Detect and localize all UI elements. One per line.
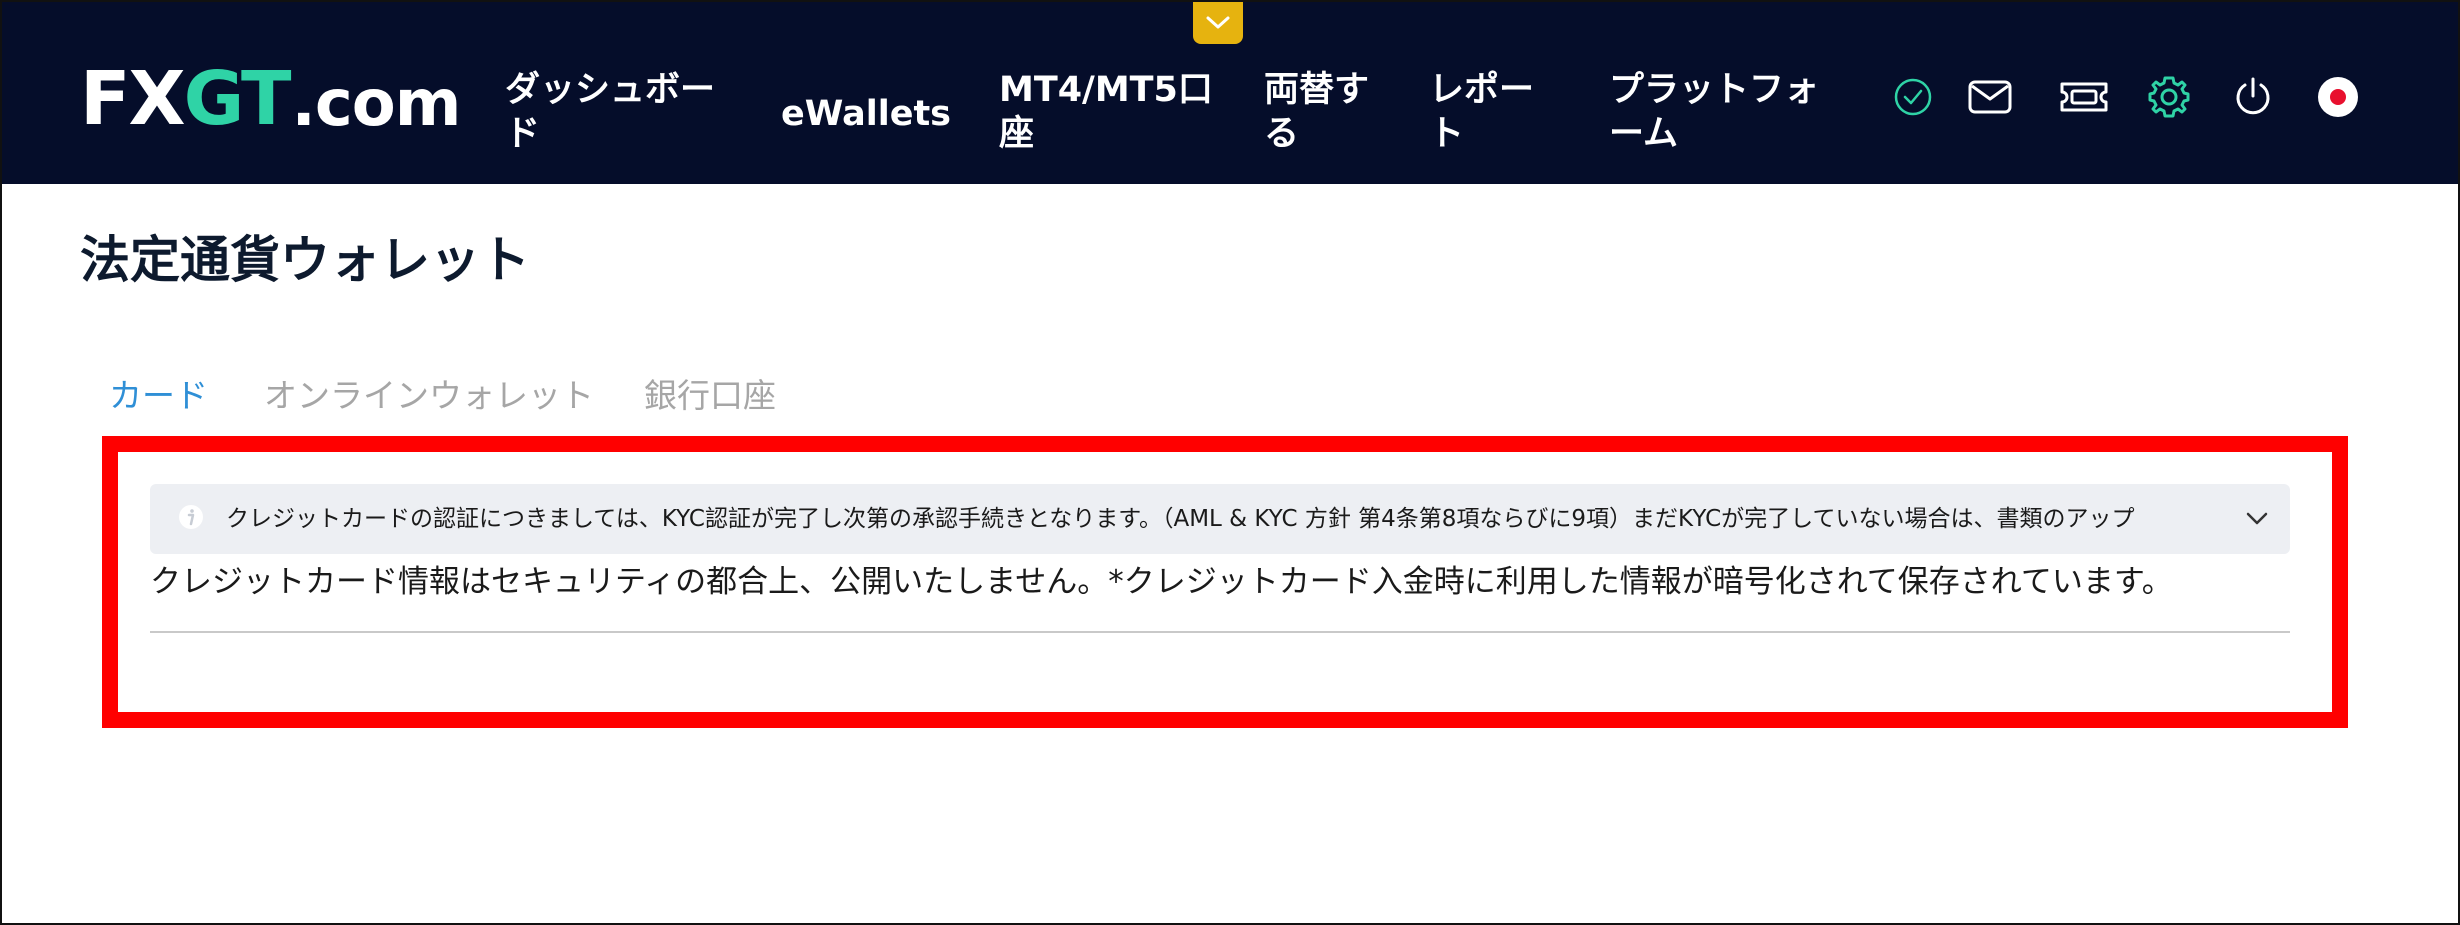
nav-ewallets-label: eWallets (781, 94, 952, 134)
logout-button[interactable] (2228, 72, 2278, 122)
verification-status-button[interactable] (1888, 72, 1938, 122)
nav-ewallets[interactable]: eWallets (781, 92, 951, 136)
mail-icon (1968, 80, 2012, 114)
vouchers-button[interactable] (2056, 72, 2112, 122)
japan-flag-icon (2318, 77, 2358, 117)
nav-mt-accounts-label-line1: MT4/MT5口 (999, 70, 1213, 110)
fxgt-logo[interactable]: FX GT .com (80, 56, 462, 142)
highlight-annotation-box (102, 436, 2348, 728)
nav-report-label-line1: レポー (1429, 70, 1535, 110)
nav-report-label-line2: ト (1429, 114, 1465, 154)
language-selector[interactable] (2313, 72, 2363, 122)
nav-exchange[interactable]: 両替す る (1264, 68, 1369, 156)
gear-icon (2148, 76, 2190, 118)
nav-report[interactable]: レポー ト (1429, 68, 1534, 156)
nav-exchange-label-line2: る (1264, 114, 1300, 154)
messages-button[interactable] (1965, 72, 2015, 122)
header-collapse-toggle[interactable] (1193, 2, 1243, 44)
app-window: FX GT .com ダッシュボー ド eWallets MT4/MT5口 座 両替… (0, 0, 2460, 925)
tab-online-wallet[interactable]: オンラインウォレット (264, 372, 594, 420)
power-icon (2236, 77, 2270, 115)
ticket-icon (2060, 82, 2108, 112)
nav-mt-accounts[interactable]: MT4/MT5口 座 (999, 68, 1219, 156)
nav-dashboard-label-line1: ダッシュボー (505, 70, 716, 110)
nav-dashboard[interactable]: ダッシュボー ド (505, 68, 735, 156)
nav-platform[interactable]: プラットフォ ーム (1609, 68, 1819, 156)
nav-mt-accounts-label-line2: 座 (999, 114, 1035, 154)
logo-gt: GT (183, 56, 292, 142)
settings-button[interactable] (2144, 72, 2194, 122)
logo-domain: .com (291, 67, 462, 141)
logo-fx: FX (80, 56, 186, 142)
nav-platform-label-line1: プラットフォ (1609, 70, 1820, 110)
nav-platform-label-line2: ーム (1609, 114, 1678, 154)
page-title: 法定通貨ウォレット (80, 231, 530, 289)
tab-card[interactable]: カード (109, 372, 208, 420)
tab-bank-account[interactable]: 銀行口座 (644, 372, 776, 420)
nav-exchange-label-line1: 両替す (1264, 70, 1370, 110)
verified-check-icon (1894, 78, 1932, 116)
chevron-down-icon (1206, 16, 1230, 29)
nav-dashboard-label-line2: ド (505, 114, 541, 154)
top-navigation-bar: FX GT .com ダッシュボー ド eWallets MT4/MT5口 座 両替… (2, 2, 2458, 184)
